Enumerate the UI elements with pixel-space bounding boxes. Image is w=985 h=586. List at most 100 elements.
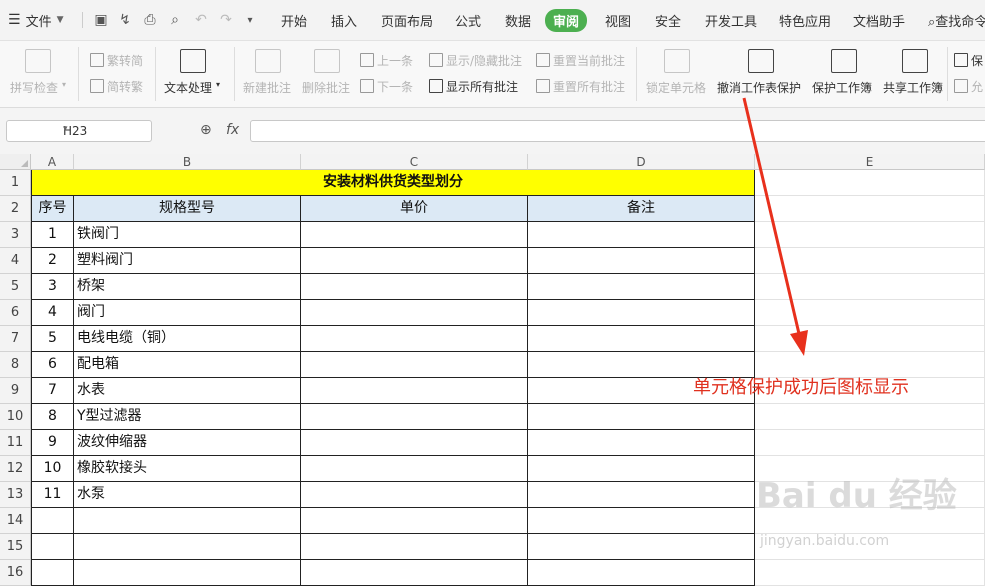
cell-serial-no[interactable]: 9 (31, 430, 74, 456)
customize-dropdown-icon[interactable]: ▾ (240, 10, 260, 30)
cell-remarks[interactable] (528, 300, 755, 326)
cell-serial-no[interactable] (31, 560, 74, 586)
cell-spec-model[interactable]: 水泵 (74, 482, 301, 508)
cell-serial-no[interactable]: 1 (31, 222, 74, 248)
spell-check-button[interactable]: 拼写检查 (10, 79, 58, 96)
row-header[interactable]: 10 (0, 404, 31, 430)
cell-spec-model[interactable]: 塑料阀门 (74, 248, 301, 274)
cell-unit-price[interactable] (301, 300, 528, 326)
cell-column-e[interactable] (755, 430, 985, 456)
cell-spec-model[interactable]: 电线电缆（铜） (74, 326, 301, 352)
print-icon[interactable]: ⎙ (140, 10, 160, 30)
select-all-corner[interactable] (0, 154, 31, 170)
cell-column-e[interactable] (755, 326, 985, 352)
cell-remarks[interactable] (528, 404, 755, 430)
cell-remarks[interactable] (528, 326, 755, 352)
name-box[interactable]: H23 ▾ (6, 120, 152, 142)
row-header[interactable]: 1 (0, 170, 31, 196)
cell-unit-price[interactable] (301, 430, 528, 456)
cell-unit-price[interactable] (301, 326, 528, 352)
column-header-d[interactable]: D (528, 154, 755, 170)
column-heading-cell[interactable]: 规格型号 (74, 196, 301, 222)
row-header[interactable]: 9 (0, 378, 31, 404)
cell-remarks[interactable] (528, 560, 755, 586)
tab-insert[interactable]: 插入 (331, 11, 357, 30)
formula-input[interactable] (250, 120, 985, 142)
tab-page-layout[interactable]: 页面布局 (381, 11, 433, 30)
next-comment-button[interactable]: 下一条 (360, 78, 413, 95)
cell-serial-no[interactable] (31, 534, 74, 560)
cell-unit-price[interactable] (301, 222, 528, 248)
undo-icon[interactable]: ↶ (191, 10, 211, 30)
column-heading-cell[interactable]: 序号 (31, 196, 74, 222)
cell-serial-no[interactable]: 4 (31, 300, 74, 326)
cell-serial-no[interactable]: 3 (31, 274, 74, 300)
fx-icon[interactable]: fx (226, 122, 239, 138)
cell-serial-no[interactable]: 6 (31, 352, 74, 378)
cell-column-e[interactable] (755, 274, 985, 300)
cell-spec-model[interactable] (74, 534, 301, 560)
row-header[interactable]: 16 (0, 560, 31, 586)
tab-formulas[interactable]: 公式 (455, 11, 481, 30)
cell-serial-no[interactable]: 5 (31, 326, 74, 352)
cell-unit-price[interactable] (301, 560, 528, 586)
row-header[interactable]: 12 (0, 456, 31, 482)
row-header[interactable]: 8 (0, 352, 31, 378)
cell-remarks[interactable] (528, 482, 755, 508)
cell-unit-price[interactable] (301, 534, 528, 560)
protect-workbook-button[interactable]: 保护工作簿 (812, 79, 872, 96)
cell-unit-price[interactable] (301, 352, 528, 378)
cell-spec-model[interactable]: Y型过滤器 (74, 404, 301, 430)
lock-cell-button[interactable]: 锁定单元格 (646, 79, 706, 96)
cell-remarks[interactable] (528, 456, 755, 482)
cell-unit-price[interactable] (301, 456, 528, 482)
cell-unit-price[interactable] (301, 482, 528, 508)
cell-column-e[interactable] (755, 222, 985, 248)
text-processing-button[interactable]: 文本处理 (164, 79, 212, 96)
cell-column-e[interactable] (755, 248, 985, 274)
tab-special-apps[interactable]: 特色应用 (779, 11, 831, 30)
search-command[interactable]: ⌕查找命令 (928, 11, 985, 30)
cell-column-e[interactable] (755, 170, 985, 196)
cell-serial-no[interactable]: 7 (31, 378, 74, 404)
row-header[interactable]: 7 (0, 326, 31, 352)
cell-column-e[interactable] (755, 300, 985, 326)
cell-remarks[interactable] (528, 508, 755, 534)
row-header[interactable]: 6 (0, 300, 31, 326)
table-title[interactable]: 安装材料供货类型划分 (31, 170, 755, 196)
tab-view[interactable]: 视图 (605, 11, 631, 30)
cell-spec-model[interactable]: 铁阀门 (74, 222, 301, 248)
row-header[interactable]: 15 (0, 534, 31, 560)
cell-unit-price[interactable] (301, 404, 528, 430)
reset-current-comment-button[interactable]: 重置当前批注 (536, 52, 625, 69)
row-header[interactable]: 5 (0, 274, 31, 300)
show-all-comments-button[interactable]: 显示所有批注 (429, 78, 518, 95)
print-preview-icon[interactable]: ⌕ (165, 10, 185, 30)
new-comment-button[interactable]: 新建批注 (243, 79, 291, 96)
cell-serial-no[interactable]: 2 (31, 248, 74, 274)
column-heading-cell[interactable]: 备注 (528, 196, 755, 222)
tab-review[interactable]: 审阅 (545, 9, 588, 32)
tab-home[interactable]: 开始 (281, 11, 307, 30)
cell-spec-model[interactable]: 配电箱 (74, 352, 301, 378)
cell-column-e[interactable] (755, 404, 985, 430)
share-workbook-button[interactable]: 共享工作簿 (883, 79, 943, 96)
row-header[interactable]: 3 (0, 222, 31, 248)
reset-all-comments-button[interactable]: 重置所有批注 (536, 78, 625, 95)
cell-spec-model[interactable]: 橡胶软接头 (74, 456, 301, 482)
cell-spec-model[interactable]: 波纹伸缩器 (74, 430, 301, 456)
cell-remarks[interactable] (528, 222, 755, 248)
row-header[interactable]: 13 (0, 482, 31, 508)
row-header[interactable]: 14 (0, 508, 31, 534)
column-header-b[interactable]: B (74, 154, 301, 170)
tab-doc-assistant[interactable]: 文档助手 (853, 11, 905, 30)
row-header[interactable]: 11 (0, 430, 31, 456)
cell-column-e[interactable] (755, 560, 985, 586)
cell-unit-price[interactable] (301, 378, 528, 404)
cell-spec-model[interactable] (74, 508, 301, 534)
delete-comment-button[interactable]: 删除批注 (302, 79, 350, 96)
cell-remarks[interactable] (528, 534, 755, 560)
file-menu[interactable]: ☰ 文件 ▼ (8, 10, 64, 30)
cell-unit-price[interactable] (301, 274, 528, 300)
cell-serial-no[interactable] (31, 508, 74, 534)
